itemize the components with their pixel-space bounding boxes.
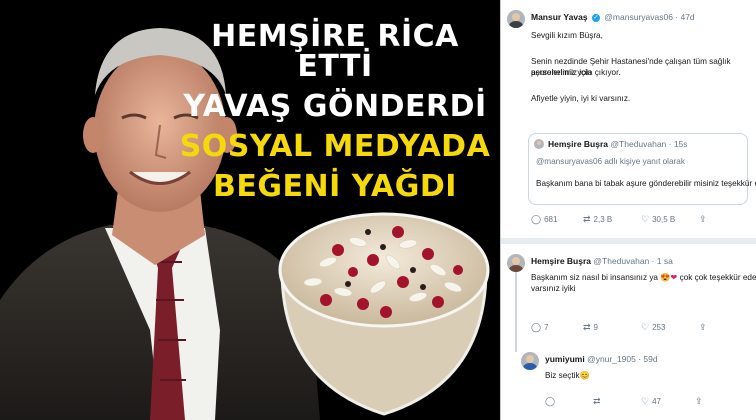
- smile-emoji-icon: 😊: [579, 371, 590, 380]
- reply-text-1: Başkanım siz nasıl bi insansınız ya 😍❤ ç…: [531, 272, 756, 283]
- reply-icon: ◯: [531, 214, 542, 224]
- like-button[interactable]: ♡ 253: [641, 322, 665, 333]
- quote-author-name: Hemşire Buşra: [548, 139, 609, 149]
- author-handle: @Theduvahan · 1 sa: [593, 256, 673, 266]
- reply-count: 7: [544, 323, 549, 332]
- retweet-button[interactable]: ⇄ 9: [583, 322, 598, 333]
- thread-line: [515, 272, 517, 352]
- quote-header: Hemşire Buşra @Theduvahan · 15s: [548, 139, 688, 149]
- retweet-icon: ⇄: [583, 214, 591, 224]
- tweet-header: Mansur Yavaş ✓ @mansuryavas06 · 47d: [531, 12, 695, 22]
- author-name[interactable]: Mansur Yavaş: [531, 12, 588, 22]
- retweet-count: 2,3 B: [593, 215, 613, 224]
- tweet-body-2: aşurelerimiz yola çıkıyor.: [531, 68, 621, 77]
- like-button[interactable]: ♡ 30,5 B: [641, 214, 675, 225]
- retweet-icon: ⇄: [593, 396, 601, 406]
- author-handle: @mansuryavas06 · 47d: [604, 12, 695, 22]
- retweet-button[interactable]: ⇄ 2,3 B: [583, 214, 612, 225]
- headline-line-1: HEMŞİRE RİCA ETTİ: [211, 19, 459, 84]
- tweet-header: Hemşire Buşra @Theduvahan · 1 sa: [531, 256, 673, 266]
- reply-text-part-2: çok çok teşekkür ederim: [679, 273, 756, 282]
- avatar[interactable]: [521, 352, 539, 370]
- share-icon: ⇪: [695, 396, 703, 406]
- quote-text-content: Başkanım bana bi tabak aşure gönderebili…: [536, 179, 756, 188]
- like-count: 30,5 B: [652, 215, 676, 224]
- like-count: 253: [652, 323, 666, 332]
- author-name[interactable]: Hemşire Buşra: [531, 256, 591, 266]
- main-tweet[interactable]: Mansur Yavaş ✓ @mansuryavas06 · 47d Sevg…: [501, 0, 756, 236]
- reply-text-part-1: Başkanım siz nasıl bi insansınız ya: [531, 273, 658, 282]
- tweet-screenshot: Mansur Yavaş ✓ @mansuryavas06 · 47d Sevg…: [500, 0, 756, 420]
- share-button[interactable]: ⇪: [695, 396, 706, 407]
- retweet-button[interactable]: ⇄: [593, 396, 604, 407]
- quoted-tweet[interactable]: Hemşire Buşra @Theduvahan · 15s @mansury…: [528, 133, 756, 205]
- quote-avatar: [534, 139, 544, 149]
- like-icon: ♡: [641, 396, 650, 406]
- verified-icon: ✓: [591, 13, 600, 22]
- retweet-count: 9: [593, 323, 598, 332]
- avatar[interactable]: [507, 254, 525, 272]
- reply-tweet-2[interactable]: yumiyumi @ynur_1905 · 59d Biz seçtik😊 ◯ …: [501, 348, 756, 420]
- author-name[interactable]: yumiyumi: [545, 354, 585, 364]
- author-handle: @ynur_1905 · 59d: [587, 354, 658, 364]
- divider: [501, 238, 756, 244]
- like-button[interactable]: ♡ 47: [641, 396, 661, 407]
- like-icon: ♡: [641, 214, 650, 224]
- tweet-greeting: Sevgili kızım Büşra,: [531, 31, 603, 40]
- tweet-actions: ◯ 681 ⇄ 2,3 B ♡ 30,5 B ⇪: [531, 214, 731, 226]
- reply-text-2: varsınız iyiki: [531, 284, 576, 293]
- quote-text: Başkanım bana bi tabak aşure gönderebili…: [536, 178, 756, 189]
- headline-line-3: SOSYAL MEDYADA: [179, 129, 491, 164]
- reply-button[interactable]: ◯: [545, 396, 558, 407]
- headline-line-2: YAVAŞ GÖNDERDİ: [183, 89, 487, 124]
- reply-button[interactable]: ◯ 7: [531, 322, 549, 333]
- like-icon: ♡: [641, 322, 650, 332]
- asure-bowl-image: [278, 212, 490, 416]
- tweet-body-3: Afiyetle yiyin, iyi ki varsınız.: [531, 94, 631, 103]
- tweet-header: yumiyumi @ynur_1905 · 59d: [545, 354, 658, 364]
- share-button[interactable]: ⇪: [699, 214, 710, 225]
- smile-emoji-icon: 😍: [660, 273, 671, 282]
- heart-emoji-icon: ❤: [670, 273, 678, 282]
- reply-icon: ◯: [545, 396, 556, 406]
- tweet-actions: ◯ ⇄ ♡ 47 ⇪: [545, 396, 745, 408]
- reply-text: Biz seçtik😊: [545, 370, 590, 381]
- avatar[interactable]: [507, 10, 525, 28]
- tweet-actions: ◯ 7 ⇄ 9 ♡ 253 ⇪: [531, 322, 731, 334]
- reply-text-content: Biz seçtik: [545, 371, 580, 380]
- quote-author-handle: @Theduvahan · 15s: [610, 139, 688, 149]
- share-button[interactable]: ⇪: [699, 322, 710, 333]
- reply-tweet-1[interactable]: Hemşire Buşra @Theduvahan · 1 sa Başkanı…: [501, 250, 756, 352]
- reply-icon: ◯: [531, 322, 542, 332]
- headline: HEMŞİRE RİCA ETTİ YAVAŞ GÖNDERDİ SOSYAL …: [175, 22, 495, 212]
- share-icon: ⇪: [699, 214, 707, 224]
- reply-button[interactable]: ◯ 681: [531, 214, 557, 225]
- retweet-icon: ⇄: [583, 322, 591, 332]
- share-icon: ⇪: [699, 322, 707, 332]
- quote-reply-to: @mansuryavas06 adlı kişiye yanıt olarak: [536, 157, 685, 166]
- news-image: HEMŞİRE RİCA ETTİ YAVAŞ GÖNDERDİ SOSYAL …: [0, 0, 500, 420]
- reply-count: 681: [544, 215, 558, 224]
- like-count: 47: [652, 397, 661, 406]
